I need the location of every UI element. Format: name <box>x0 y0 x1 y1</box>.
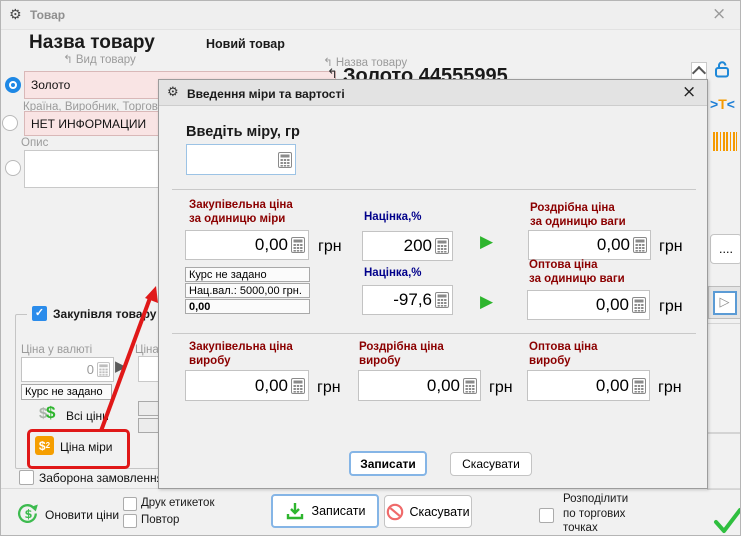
order-ban-label: Заборона замовлення <box>39 471 163 485</box>
calculator-icon[interactable] <box>278 152 292 168</box>
repeat-checkbox[interactable] <box>123 514 137 528</box>
retail-unit-input[interactable]: 0,00 <box>528 230 651 260</box>
save-button[interactable]: Записати <box>271 494 379 528</box>
barcode-icon[interactable] <box>713 132 737 151</box>
all-prices-icon: $ $ <box>39 405 61 425</box>
measure-label: Введіть міру, гр <box>186 124 300 140</box>
transfer-arrow-icon: ▶ <box>115 359 127 374</box>
update-prices-button[interactable]: Оновити ціни <box>45 508 119 522</box>
currency-price-field[interactable]: 0 <box>21 357 114 382</box>
side-panel <box>707 323 741 433</box>
divider <box>172 333 696 334</box>
download-icon <box>285 501 305 521</box>
side-panel <box>707 433 741 490</box>
currency-suffix: грн <box>318 238 342 256</box>
window-title: Товар <box>30 8 65 22</box>
currency-price-label: Ціна у валюті <box>21 344 92 356</box>
type-label: ↰ Вид товару <box>63 52 136 66</box>
window-titlebar <box>1 1 741 30</box>
measure-input[interactable] <box>186 144 296 175</box>
window-close-icon[interactable]: × <box>712 7 726 21</box>
dialog-cancel-button[interactable]: Скасувати <box>450 452 532 476</box>
calculator-icon[interactable] <box>435 292 449 308</box>
retail-unit-label: Роздрібна ціна за одиницю ваги <box>530 202 626 229</box>
play-button[interactable]: ▷ <box>713 291 737 315</box>
calculator-icon[interactable] <box>291 378 305 394</box>
converted-value: 0,00 <box>185 299 310 314</box>
purchase-item-label: Закупівельна ціна виробу <box>189 341 293 368</box>
dialog-title: Введення міри та вартості <box>187 87 345 101</box>
play-button-frame: ▷ <box>708 286 741 319</box>
calculator-icon[interactable] <box>435 238 449 254</box>
no-entry-icon <box>386 503 404 521</box>
chevron-up-icon <box>692 65 706 79</box>
repeat-label: Повтор <box>141 514 179 526</box>
refresh-prices-icon <box>16 501 41 526</box>
back-arrow-icon[interactable]: ↰ <box>63 52 73 66</box>
calculator-icon[interactable] <box>463 378 477 394</box>
measure-value-dialog: ⚙ Введення міри та вартості × Введіть мі… <box>158 79 708 489</box>
wholesale-unit-label: Оптова ціна за одиницю ваги <box>529 259 625 286</box>
gear-icon: ⚙ <box>9 7 22 23</box>
order-ban-checkbox[interactable] <box>19 470 34 485</box>
confirm-check-icon[interactable] <box>713 505 741 535</box>
currency-suffix: грн <box>659 298 683 316</box>
print-labels-checkbox[interactable] <box>123 497 137 511</box>
markup1-input[interactable]: 200 <box>362 231 453 261</box>
align-center-icon[interactable]: >T< <box>710 96 735 112</box>
description-radio[interactable] <box>5 160 21 176</box>
markup2-label: Націнка,% <box>364 267 421 279</box>
national-currency-rate: Нац.вал.: 5000,00 грн. <box>185 283 310 298</box>
currency-suffix: грн <box>489 379 513 397</box>
markup1-label: Націнка,% <box>364 211 421 223</box>
new-item-label: Новий товар <box>206 37 285 51</box>
markup2-input[interactable]: -97,6 <box>362 285 453 315</box>
currency-suffix: грн <box>317 379 341 397</box>
currency-suffix: грн <box>658 379 682 397</box>
calculator-icon[interactable] <box>633 237 647 253</box>
description-label: Опис <box>21 137 48 149</box>
calculator-icon[interactable] <box>291 237 305 253</box>
distribute-checkbox[interactable] <box>539 508 554 523</box>
retail-item-input[interactable]: 0,00 <box>358 370 481 401</box>
country-radio[interactable] <box>2 115 18 131</box>
collapse-name-button[interactable] <box>691 62 707 80</box>
calculator-icon[interactable] <box>632 297 646 313</box>
dialog-save-button[interactable]: Записати <box>349 451 427 476</box>
cancel-button[interactable]: Скасувати <box>384 495 472 528</box>
wholesale-unit-input[interactable]: 0,00 <box>527 290 650 320</box>
wholesale-item-input[interactable]: 0,00 <box>527 370 650 401</box>
purchase-unit-label: Закупівельна ціна за одиницю міри <box>189 199 293 226</box>
annotation-highlight-box <box>27 429 130 469</box>
purchase-unit-input[interactable]: 0,00 <box>185 230 309 260</box>
wholesale-item-label: Оптова ціна виробу <box>529 341 598 368</box>
calculator-icon[interactable] <box>632 378 646 394</box>
purchase-item-input[interactable]: 0,00 <box>185 370 309 401</box>
print-labels-label: Друк етикеток <box>141 497 214 509</box>
distribute-label: Розподілити по торгових точках <box>563 492 628 536</box>
rate-status: Курс не задано <box>185 267 310 282</box>
purchase-legend: ✓ Закупівля товару <box>27 306 161 321</box>
play-icon: ▷ <box>720 295 730 310</box>
all-prices-button[interactable]: Всі ціни <box>66 409 109 423</box>
more-button[interactable]: .... <box>710 234 741 264</box>
divider <box>172 189 696 190</box>
page-title: Назва товару <box>29 32 155 54</box>
unlock-icon[interactable] <box>712 59 732 79</box>
apply-arrow-icon[interactable]: ▶ <box>480 294 493 311</box>
apply-arrow-icon[interactable]: ▶ <box>480 234 493 251</box>
dialog-close-icon[interactable]: × <box>682 85 696 99</box>
gear-icon: ⚙ <box>167 85 179 100</box>
purchase-checkbox[interactable]: ✓ <box>32 306 47 321</box>
product-window: ⚙ Товар × Назва товару Новий товар ↰ Вид… <box>0 0 741 536</box>
exchange-rate-status: Курс не задано <box>21 384 112 400</box>
type-radio[interactable] <box>5 77 21 93</box>
calculator-icon[interactable] <box>97 362 110 377</box>
currency-suffix: грн <box>659 238 683 256</box>
retail-item-label: Роздрібна ціна виробу <box>359 341 444 368</box>
